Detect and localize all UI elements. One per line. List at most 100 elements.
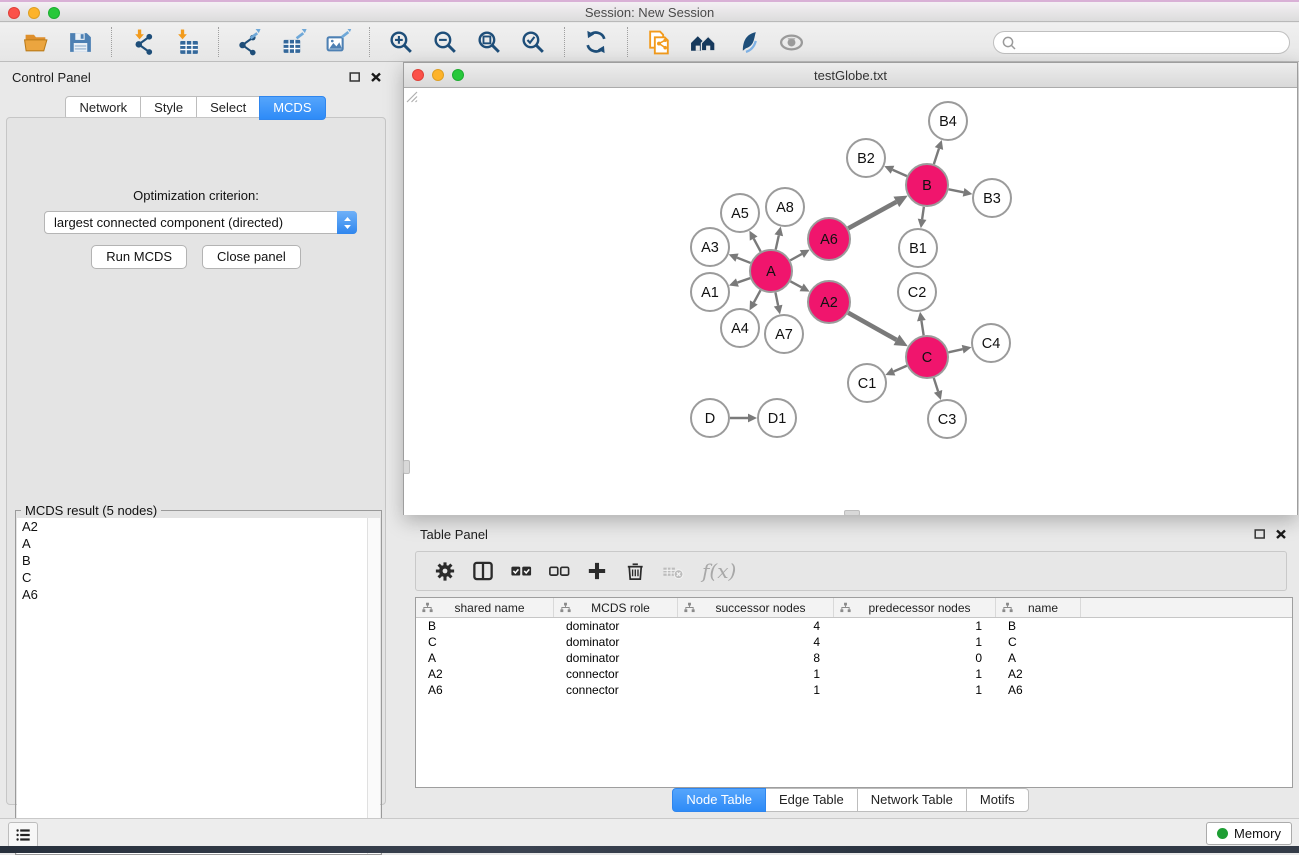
table-row[interactable]: Adominator80A <box>416 650 1292 666</box>
hide-graphics-details-button[interactable] <box>774 27 808 57</box>
column-header-predecessor-nodes[interactable]: predecessor nodes <box>834 598 996 617</box>
tab-node-table[interactable]: Node Table <box>672 788 766 812</box>
toolbar-separator <box>369 27 370 57</box>
edge-B-B2[interactable] <box>893 170 907 176</box>
edge-A-A6[interactable] <box>790 254 802 260</box>
column-visibility-button[interactable] <box>468 556 498 586</box>
network-vertical-scrollbar[interactable] <box>403 460 410 474</box>
search-field[interactable] <box>993 31 1290 54</box>
result-list-scrollbar[interactable] <box>367 518 380 854</box>
result-item[interactable]: B <box>17 552 367 569</box>
delete-table-button[interactable] <box>658 556 688 586</box>
edge-B-B1[interactable] <box>922 207 924 220</box>
edge-B-B3[interactable] <box>949 189 964 192</box>
cell-name: A2 <box>996 666 1081 682</box>
zoom-out-button[interactable] <box>428 27 462 57</box>
task-history-button[interactable] <box>8 822 38 848</box>
float-table-panel-icon[interactable] <box>1254 528 1266 540</box>
add-column-button[interactable] <box>582 556 612 586</box>
edge-C-C1[interactable] <box>894 366 907 372</box>
result-item[interactable]: A <box>17 535 367 552</box>
open-session-button[interactable] <box>19 27 53 57</box>
copy-current-view-button[interactable] <box>642 27 676 57</box>
show-graphics-details-button[interactable] <box>730 27 764 57</box>
save-session-button[interactable] <box>63 27 97 57</box>
edge-B-B4[interactable] <box>934 149 939 165</box>
result-item[interactable]: A6 <box>17 586 367 603</box>
node-label-A4: A4 <box>731 321 749 337</box>
network-overview-button[interactable] <box>686 27 720 57</box>
tab-network-table[interactable]: Network Table <box>857 788 967 812</box>
edge-A-A2[interactable] <box>790 281 801 287</box>
column-header-name[interactable]: name <box>996 598 1081 617</box>
table-body: Bdominator41BCdominator41CAdominator80AA… <box>416 618 1292 698</box>
run-mcds-button[interactable]: Run MCDS <box>91 245 187 269</box>
toolbar-separator <box>111 27 112 57</box>
column-header-successor-nodes[interactable]: successor nodes <box>678 598 834 617</box>
zoom-fit-button[interactable] <box>472 27 506 57</box>
export-network-button[interactable] <box>233 27 267 57</box>
criterion-dropdown[interactable]: largest connected component (directed) <box>44 211 357 234</box>
edge-A-A3[interactable] <box>737 258 751 263</box>
table-row[interactable]: A6connector11A6 <box>416 682 1292 698</box>
node-table: shared nameMCDS rolesuccessor nodesprede… <box>415 597 1293 788</box>
search-input[interactable] <box>1017 36 1289 50</box>
refresh-view-button[interactable] <box>579 27 613 57</box>
table-row[interactable]: Bdominator41B <box>416 618 1292 634</box>
cell-predecessor-nodes: 1 <box>834 682 996 698</box>
edge-A2-C[interactable] <box>848 313 896 340</box>
delete-table-icon <box>661 559 685 583</box>
table-options-button[interactable] <box>430 556 460 586</box>
zoom-fit-icon <box>476 29 503 56</box>
delete-column-button[interactable] <box>620 556 650 586</box>
import-table-button[interactable] <box>170 27 204 57</box>
node-label-A2: A2 <box>820 295 838 311</box>
edge-A-A4[interactable] <box>754 290 761 302</box>
function-builder-button[interactable]: f(x) <box>702 559 736 583</box>
toolbar-separator <box>564 27 565 57</box>
edge-arrow-A-A7 <box>774 305 783 315</box>
float-panel-icon[interactable] <box>349 71 361 83</box>
edge-A6-B[interactable] <box>848 202 896 228</box>
node-label-D: D <box>705 411 715 427</box>
column-header-shared-name[interactable]: shared name <box>416 598 554 617</box>
result-item[interactable]: A2 <box>17 518 367 535</box>
node-label-A: A <box>766 264 776 280</box>
table-row[interactable]: A2connector11A2 <box>416 666 1292 682</box>
memory-button[interactable]: Memory <box>1206 822 1292 845</box>
select-all-rows-button[interactable] <box>506 556 536 586</box>
tab-mcds[interactable]: MCDS <box>259 96 325 120</box>
column-header-MCDS-role[interactable]: MCDS role <box>554 598 678 617</box>
export-image-button[interactable] <box>321 27 355 57</box>
edge-C-C3[interactable] <box>934 378 938 391</box>
add-column-icon <box>585 559 609 583</box>
close-panel-button[interactable]: Close panel <box>202 245 301 269</box>
edge-C-C4[interactable] <box>948 349 962 352</box>
network-horizontal-scrollbar[interactable] <box>844 510 860 516</box>
result-item[interactable]: C <box>17 569 367 586</box>
deselect-all-rows-button[interactable] <box>544 556 574 586</box>
dropdown-stepper-icon <box>337 211 357 234</box>
edge-C-C2[interactable] <box>921 321 923 336</box>
cell-name: A <box>996 650 1081 666</box>
close-panel-icon[interactable] <box>370 71 382 83</box>
close-table-panel-icon[interactable] <box>1275 528 1287 540</box>
zoom-selected-button[interactable] <box>516 27 550 57</box>
tab-motifs[interactable]: Motifs <box>966 788 1029 812</box>
window-title: Session: New Session <box>0 5 1299 20</box>
table-row[interactable]: Cdominator41C <box>416 634 1292 650</box>
import-network-button[interactable] <box>126 27 160 57</box>
table-panel-title: Table Panel <box>420 527 488 542</box>
edge-A-A1[interactable] <box>737 278 750 282</box>
edge-A-A8[interactable] <box>776 235 779 249</box>
toolbar-separator <box>218 27 219 57</box>
node-label-A3: A3 <box>701 240 719 256</box>
network-canvas[interactable]: A5A8A3A6AA1A2A4A7B2B4BB3B1C2C4CC1C3DD1 <box>404 89 1297 515</box>
tab-edge-table[interactable]: Edge Table <box>765 788 858 812</box>
control-panel-title: Control Panel <box>12 70 91 85</box>
zoom-in-button[interactable] <box>384 27 418 57</box>
export-table-button[interactable] <box>277 27 311 57</box>
window-resize-grip[interactable] <box>404 89 418 103</box>
edge-A-A5[interactable] <box>754 239 761 252</box>
edge-A-A7[interactable] <box>775 293 778 306</box>
